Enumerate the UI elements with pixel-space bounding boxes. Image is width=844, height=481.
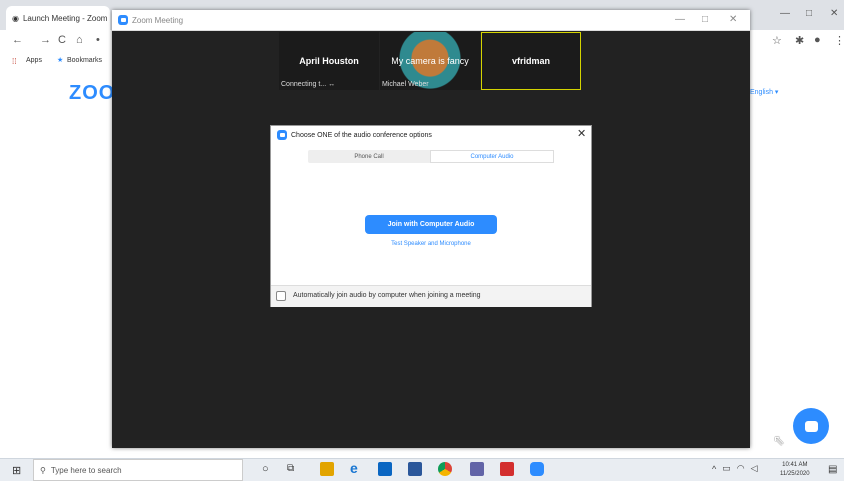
dialog-title: Choose ONE of the audio conference optio… xyxy=(277,130,432,140)
participant-tile[interactable]: April Houston Connecting t... ↔ xyxy=(279,32,379,90)
audio-options-dialog: Choose ONE of the audio conference optio… xyxy=(270,125,592,307)
forward-arrow-icon[interactable]: → xyxy=(40,34,51,46)
participant-name: April Houston xyxy=(299,56,359,66)
mouse-cursor-icon: ⇖ xyxy=(773,432,785,448)
maximize-icon[interactable]: □ xyxy=(806,8,812,19)
edge-icon[interactable]: e xyxy=(350,460,358,476)
dialog-close-icon[interactable]: ✕ xyxy=(577,127,586,140)
acrobat-icon[interactable] xyxy=(500,462,514,476)
battery-icon[interactable]: ▭ xyxy=(722,463,731,474)
zoom-window-title: Zoom Meeting xyxy=(132,15,184,25)
extension-icon[interactable]: ✱ xyxy=(795,34,804,47)
zoom-close-icon[interactable]: ✕ xyxy=(729,14,737,25)
zoom-logo: ZOO xyxy=(69,82,116,104)
browser-tab-title: Launch Meeting - Zoom xyxy=(22,13,108,23)
word-icon[interactable] xyxy=(408,462,422,476)
join-computer-audio-button[interactable]: Join with Computer Audio xyxy=(365,215,497,234)
close-icon[interactable]: ✕ xyxy=(830,8,838,19)
audio-tabs: Phone Call Computer Audio xyxy=(308,150,554,163)
reload-icon[interactable]: C xyxy=(58,34,66,46)
auto-join-checkbox[interactable] xyxy=(276,291,286,301)
wifi-icon[interactable]: ◠ xyxy=(737,463,745,474)
tab-computer-audio[interactable]: Computer Audio xyxy=(430,150,554,163)
menu-icon[interactable]: ⋮ xyxy=(834,34,844,47)
file-explorer-icon[interactable] xyxy=(320,462,334,476)
zoom-taskbar-icon[interactable] xyxy=(530,462,544,476)
clock[interactable]: 10:41 AM 11/25/2020 xyxy=(780,461,810,479)
participant-caption: Connecting t... ↔ xyxy=(281,81,336,88)
task-view-icon[interactable]: ⧉ xyxy=(287,463,294,474)
notification-icon[interactable]: ▤ xyxy=(828,464,837,475)
windows-taskbar: ⊞ ⚲ Type here to search ○ ⧉ e ^ ▭ ◠ ◁ 10… xyxy=(0,458,844,481)
zoom-maximize-icon[interactable]: □ xyxy=(702,14,708,25)
participant-tile[interactable]: My camera is fancy Michael Weber xyxy=(380,32,480,90)
clock-date: 11/25/2020 xyxy=(780,471,810,477)
language-select[interactable]: English ▾ xyxy=(750,88,778,96)
zoom-meeting-window: Zoom Meeting — □ ✕ April Houston Connect… xyxy=(112,10,750,448)
chat-button[interactable] xyxy=(793,408,829,444)
test-speaker-link[interactable]: Test Speaker and Microphone xyxy=(271,241,591,247)
system-tray: ^ ▭ ◠ ◁ xyxy=(712,463,758,474)
volume-icon[interactable]: ◁ xyxy=(751,463,758,474)
chat-bubble-icon xyxy=(804,420,818,432)
search-icon: ⚲ xyxy=(40,465,46,475)
taskbar-search-box[interactable]: ⚲ Type here to search xyxy=(33,459,243,481)
chrome-tab-favicon-icon: ◉ xyxy=(12,13,19,23)
bookmark-bookmarks[interactable]: Bookmarks xyxy=(67,57,102,64)
star-icon[interactable]: ☆ xyxy=(772,34,782,47)
chrome-icon[interactable] xyxy=(438,462,452,476)
zoom-app-icon xyxy=(118,15,128,25)
bookmark-star-icon: ★ xyxy=(57,57,64,64)
outlook-icon[interactable] xyxy=(378,462,392,476)
back-arrow-icon[interactable]: ← xyxy=(12,34,23,46)
dialog-footer: Automatically join audio by computer whe… xyxy=(271,285,591,307)
windows-start-icon[interactable]: ⊞ xyxy=(12,464,21,477)
participant-name: vfridman xyxy=(511,56,550,66)
participant-tile[interactable]: vfridman xyxy=(481,32,581,90)
home-icon[interactable]: ⌂ xyxy=(76,34,83,46)
auto-join-label: Automatically join audio by computer whe… xyxy=(293,292,481,299)
cortana-icon[interactable]: ○ xyxy=(262,463,269,475)
browser-tab[interactable]: ◉ Launch Meeting - Zoom xyxy=(6,6,110,30)
avatar[interactable]: ● xyxy=(814,34,821,46)
lock-icon: • xyxy=(96,34,100,46)
participant-name: My camera is fancy xyxy=(391,56,469,66)
tab-phone-call[interactable]: Phone Call xyxy=(308,150,430,163)
zoom-app-icon xyxy=(277,130,287,140)
apps-grid-icon[interactable]: ⁞⁞ xyxy=(12,57,16,66)
clock-time: 10:41 AM xyxy=(782,462,808,468)
zoom-title-bar: Zoom Meeting xyxy=(112,10,750,31)
teams-icon[interactable] xyxy=(470,462,484,476)
chevron-up-icon[interactable]: ^ xyxy=(712,464,716,474)
minimize-icon[interactable]: — xyxy=(780,8,790,19)
bookmark-apps[interactable]: Apps xyxy=(26,57,42,64)
zoom-minimize-icon[interactable]: — xyxy=(675,14,685,25)
dialog-title-text: Choose ONE of the audio conference optio… xyxy=(291,131,432,139)
search-placeholder: Type here to search xyxy=(50,465,122,475)
participant-caption: Michael Weber xyxy=(382,81,429,88)
